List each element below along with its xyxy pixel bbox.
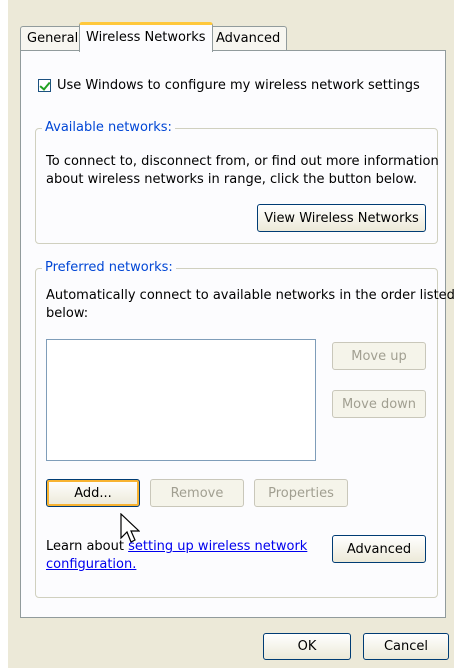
properties-button[interactable]: Properties: [254, 479, 348, 507]
wireless-properties-dialog: General Wireless Networks Advanced Use W…: [0, 0, 457, 668]
learn-about-line2: configuration.: [46, 557, 136, 573]
tab-advanced[interactable]: Advanced: [209, 26, 288, 50]
setup-wireless-link[interactable]: setting up wireless network: [128, 539, 307, 554]
use-windows-label: Use Windows to configure my wireless net…: [57, 78, 420, 93]
use-windows-checkbox[interactable]: [38, 79, 51, 92]
learn-about-line1: Learn about setting up wireless network: [46, 539, 307, 555]
add-button[interactable]: Add...: [46, 479, 140, 507]
remove-button[interactable]: Remove: [150, 479, 244, 507]
preferred-description-line1: Automatically connect to available netwo…: [46, 288, 455, 303]
preferred-networks-legend: Preferred networks:: [42, 260, 176, 275]
preferred-networks-list[interactable]: [46, 339, 316, 461]
tab-wireless-networks[interactable]: Wireless Networks: [79, 22, 213, 52]
left-edge: [0, 0, 8, 668]
view-wireless-networks-button[interactable]: View Wireless Networks: [257, 204, 426, 232]
available-networks-legend: Available networks:: [42, 120, 175, 135]
use-windows-row[interactable]: Use Windows to configure my wireless net…: [38, 78, 420, 93]
move-up-button[interactable]: Move up: [332, 342, 426, 370]
available-description-line1: To connect to, disconnect from, or find …: [46, 154, 439, 169]
move-down-button[interactable]: Move down: [332, 390, 426, 418]
ok-button[interactable]: OK: [263, 633, 351, 660]
setup-wireless-link-continued[interactable]: configuration.: [46, 557, 136, 572]
advanced-button[interactable]: Advanced: [332, 535, 426, 563]
learn-about-prefix: Learn about: [46, 539, 129, 554]
tab-general[interactable]: General: [20, 26, 86, 50]
available-description-line2: about wireless networks in range, click …: [46, 172, 418, 187]
preferred-description-line2: below:: [46, 306, 89, 321]
cancel-button[interactable]: Cancel: [363, 633, 449, 660]
